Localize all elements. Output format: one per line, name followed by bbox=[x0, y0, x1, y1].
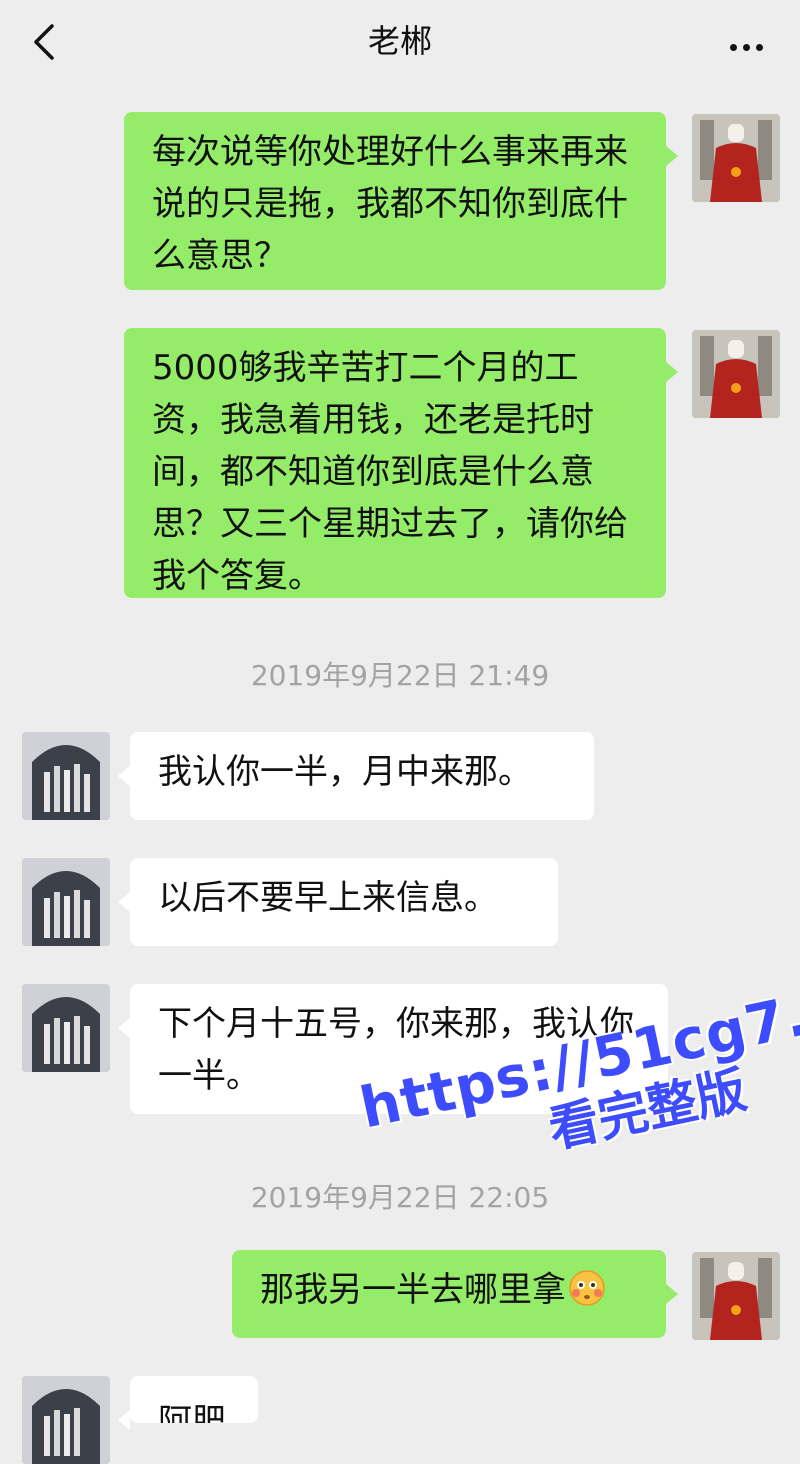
message-bubble-sent[interactable]: 每次说等你处理好什么事来再来说的只是拖，我都不知你到底什么意思？ bbox=[124, 112, 666, 290]
flushed-face-icon bbox=[568, 1269, 606, 1322]
avatar-contact[interactable] bbox=[22, 858, 110, 946]
message-text: 5000够我辛苦打二个月的工资，我急着用钱，还老是托时间，都不知道你到底是什么意… bbox=[152, 348, 628, 596]
bubble-tail bbox=[666, 1284, 678, 1304]
bubble-tail bbox=[666, 146, 678, 166]
avatar-contact[interactable] bbox=[22, 1376, 110, 1464]
bubble-tail bbox=[118, 1410, 130, 1430]
message-text: 阿肥 bbox=[158, 1402, 226, 1423]
message-bubble-received[interactable]: 以后不要早上来信息。 bbox=[130, 858, 558, 946]
bubble-tail bbox=[118, 766, 130, 786]
message-bubble-sent[interactable]: 5000够我辛苦打二个月的工资，我急着用钱，还老是托时间，都不知道你到底是什么意… bbox=[124, 328, 666, 598]
timestamp: 2019年9月22日 21:49 bbox=[250, 659, 550, 692]
message-text: 以后不要早上来信息。 bbox=[158, 878, 498, 918]
message-text: 我认你一半，月中来那。 bbox=[158, 752, 532, 792]
bubble-tail bbox=[666, 362, 678, 382]
chat-header: 老郴 bbox=[0, 0, 800, 88]
avatar-me[interactable] bbox=[692, 114, 780, 202]
bubble-tail bbox=[118, 892, 130, 912]
chat-title: 老郴 bbox=[367, 22, 432, 60]
message-text: 那我另一半去哪里拿 bbox=[260, 1270, 566, 1310]
avatar-me[interactable] bbox=[692, 330, 780, 418]
message-text: 每次说等你处理好什么事来再来说的只是拖，我都不知你到底什么意思？ bbox=[152, 132, 628, 276]
message-text: 下个月十五号，你来那，我认你一半。 bbox=[158, 1004, 634, 1096]
avatar-contact[interactable] bbox=[22, 732, 110, 820]
message-bubble-received[interactable]: 阿肥 bbox=[130, 1376, 258, 1423]
message-bubble-received[interactable]: 我认你一半，月中来那。 bbox=[130, 732, 594, 820]
timestamp: 2019年9月22日 22:05 bbox=[250, 1181, 550, 1214]
avatar-contact[interactable] bbox=[22, 984, 110, 1072]
ellipsis-icon[interactable] bbox=[730, 36, 770, 51]
avatar-me[interactable] bbox=[692, 1252, 780, 1340]
bubble-tail bbox=[118, 1018, 130, 1038]
message-bubble-received[interactable]: 下个月十五号，你来那，我认你一半。 bbox=[130, 984, 668, 1114]
message-bubble-sent[interactable]: 那我另一半去哪里拿 bbox=[232, 1250, 666, 1338]
